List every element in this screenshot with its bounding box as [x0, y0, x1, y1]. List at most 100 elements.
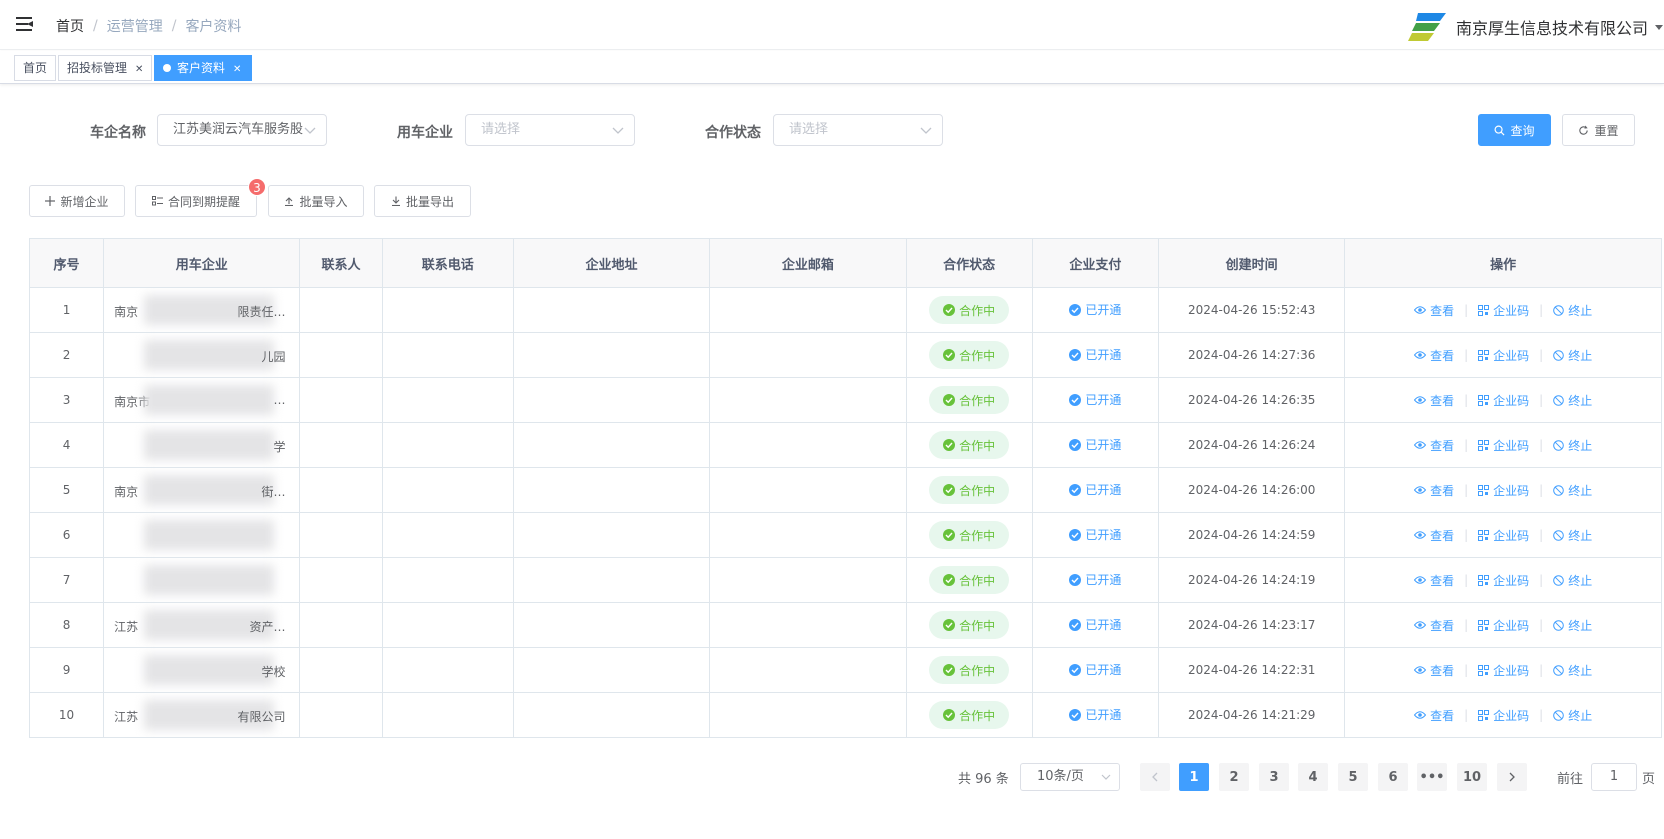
view-button[interactable]: 查看 — [1414, 617, 1454, 634]
search-button[interactable]: 查询 — [1478, 114, 1551, 146]
check-circle-icon — [943, 619, 956, 631]
batch-import-button[interactable]: 批量导入 — [268, 185, 364, 217]
company-name: 南京厚生信息技术有限公司 — [1455, 19, 1648, 38]
status-text: 合作中 — [959, 348, 996, 363]
company-code-button[interactable]: 企业码 — [1478, 392, 1529, 409]
company-code-button[interactable]: 企业码 — [1478, 347, 1529, 364]
chevron-down-icon — [612, 127, 624, 134]
company-code-button[interactable]: 企业码 — [1478, 527, 1529, 544]
created-time-cell: 2024-04-26 14:27:36 — [1158, 332, 1346, 378]
table-row: 5 南京 街… 合作中 已开通 2024-04-26 14:26:00 查看 | 企业码 | 终止 — [28, 467, 1662, 513]
company-code-button[interactable]: 企业码 — [1478, 437, 1529, 454]
email-cell — [709, 422, 907, 468]
chevron-right-icon — [1509, 772, 1515, 782]
action-divider: | — [1539, 573, 1544, 587]
add-company-button[interactable]: 新增企业 — [29, 185, 125, 217]
reset-button[interactable]: 重置 — [1562, 114, 1635, 146]
company-code-button[interactable]: 企业码 — [1478, 302, 1529, 319]
terminate-button[interactable]: 终止 — [1553, 302, 1592, 319]
close-icon[interactable]: ✕ — [233, 64, 241, 75]
terminate-button[interactable]: 终止 — [1553, 707, 1592, 724]
breadcrumb-home[interactable]: 首页 — [56, 16, 84, 36]
company-suffix: 限责任… — [237, 305, 286, 319]
view-button[interactable]: 查看 — [1414, 482, 1454, 499]
pay-text: 已开通 — [1085, 303, 1122, 318]
page-number-button[interactable]: 10 — [1457, 763, 1487, 791]
check-circle-icon — [943, 529, 956, 541]
page-number-button[interactable]: 5 — [1338, 763, 1368, 791]
actions-cell: 查看 | 企业码 | 终止 — [1344, 557, 1662, 603]
terminate-button[interactable]: 终止 — [1553, 437, 1592, 454]
view-button[interactable]: 查看 — [1414, 347, 1454, 364]
terminate-button[interactable]: 终止 — [1553, 572, 1592, 589]
terminate-button[interactable]: 终止 — [1553, 662, 1592, 679]
tag-customer-info[interactable]: 客户资料 ✕ — [154, 55, 252, 81]
batch-export-button[interactable]: 批量导出 — [374, 185, 471, 217]
address-cell — [512, 467, 711, 513]
tag-home[interactable]: 首页 — [14, 55, 57, 81]
phone-cell — [381, 422, 514, 468]
company-cell — [103, 557, 301, 603]
qrcode-icon — [1478, 574, 1490, 586]
company-switcher[interactable]: 南京厚生信息技术有限公司 — [1407, 10, 1664, 44]
check-circle-icon — [943, 439, 956, 451]
more-pages-button[interactable]: ••• — [1417, 763, 1447, 791]
company-code-button[interactable]: 企业码 — [1478, 617, 1529, 634]
company-code-button[interactable]: 企业码 — [1478, 662, 1529, 679]
terminate-button[interactable]: 终止 — [1553, 482, 1592, 499]
action-divider: | — [1539, 708, 1544, 722]
page-number-button[interactable]: 3 — [1259, 763, 1289, 791]
column-header: 企业邮箱 — [709, 238, 907, 288]
pay-text: 已开通 — [1085, 393, 1122, 408]
pay-status: 已开通 — [1069, 526, 1121, 543]
view-button[interactable]: 查看 — [1414, 302, 1454, 319]
tag-bidding[interactable]: 招投标管理 ✕ — [58, 55, 153, 81]
tag-label: 客户资料 — [177, 61, 226, 75]
contract-expiry-button[interactable]: 合同到期提醒 — [135, 185, 257, 217]
contact-cell — [299, 467, 383, 513]
table-row: 7 合作中 已开通 2024-04-26 14:24:19 查看 | 企业码 | 终止 — [28, 557, 1662, 603]
action-divider: | — [1539, 618, 1544, 632]
next-page-button[interactable] — [1497, 763, 1527, 791]
coop-status-select[interactable]: 请选择 — [773, 114, 943, 146]
page-number-button[interactable]: 4 — [1298, 763, 1328, 791]
hamburger-icon[interactable] — [16, 16, 33, 32]
terminate-label: 终止 — [1568, 708, 1593, 723]
pay-text: 已开通 — [1085, 618, 1122, 633]
company-code-button[interactable]: 企业码 — [1478, 482, 1529, 499]
page-number-button[interactable]: 1 — [1179, 763, 1209, 791]
terminate-button[interactable]: 终止 — [1553, 347, 1592, 364]
redacted-blur — [144, 520, 275, 550]
terminate-button[interactable]: 终止 — [1553, 527, 1592, 544]
action-divider: | — [1539, 663, 1544, 677]
terminate-button[interactable]: 终止 — [1553, 392, 1592, 409]
status-badge: 合作中 — [929, 476, 1010, 504]
contact-cell — [299, 332, 383, 378]
view-button[interactable]: 查看 — [1414, 572, 1454, 589]
prev-page-button[interactable] — [1140, 763, 1170, 791]
page-number-button[interactable]: 6 — [1378, 763, 1408, 791]
view-button[interactable]: 查看 — [1414, 437, 1454, 454]
terminate-button[interactable]: 终止 — [1553, 617, 1592, 634]
redacted-blur — [144, 430, 275, 460]
action-divider: | — [1539, 393, 1544, 407]
car-company-select[interactable]: 江苏美润云汽车服务股 — [157, 114, 327, 146]
company-code-button[interactable]: 企业码 — [1478, 572, 1529, 589]
ban-icon — [1553, 709, 1565, 721]
action-divider: | — [1464, 483, 1469, 497]
company-code-button[interactable]: 企业码 — [1478, 707, 1529, 724]
view-button[interactable]: 查看 — [1414, 662, 1454, 679]
goto-page-input[interactable]: 1 — [1591, 763, 1637, 791]
add-company-label: 新增企业 — [60, 194, 109, 209]
page-number-button[interactable]: 2 — [1219, 763, 1249, 791]
page-size-select[interactable]: 10条/页 — [1020, 763, 1120, 791]
user-company-select[interactable]: 请选择 — [465, 114, 635, 146]
view-button[interactable]: 查看 — [1414, 527, 1454, 544]
car-company-value: 江苏美润云汽车服务股 — [173, 122, 304, 137]
view-button[interactable]: 查看 — [1414, 707, 1454, 724]
close-icon[interactable]: ✕ — [135, 64, 143, 75]
view-button[interactable]: 查看 — [1414, 392, 1454, 409]
status-badge: 合作中 — [929, 611, 1010, 639]
ban-icon — [1553, 394, 1565, 406]
column-header: 创建时间 — [1158, 238, 1346, 288]
